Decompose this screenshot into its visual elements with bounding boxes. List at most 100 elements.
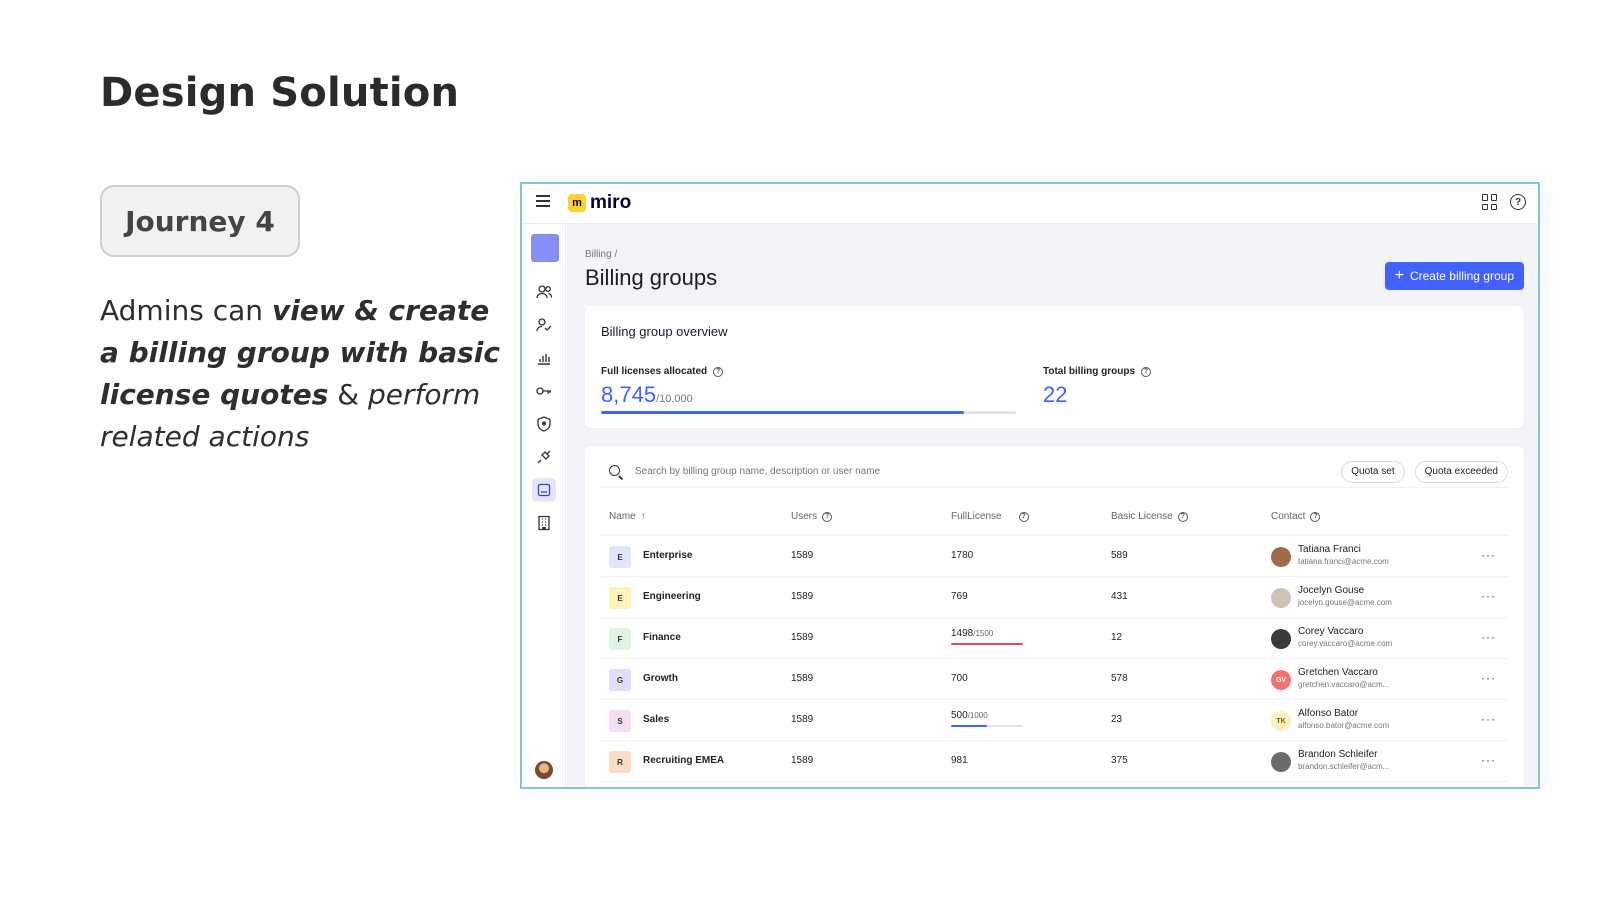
contact-avatar [1271,629,1291,649]
analytics-icon[interactable] [532,346,556,370]
column-name[interactable]: Name ↑ [609,511,646,522]
column-full-license[interactable]: FullLicense? [951,511,1029,522]
table-row[interactable]: E Enterprise 1589 1780 589 Tatiana Franci tati… [601,536,1508,577]
group-name[interactable]: Recruiting EMEA [643,755,724,766]
total-groups-label: Total billing groups? [1043,366,1152,377]
billing-icon[interactable] [532,478,556,502]
users-count: 1589 [791,591,814,602]
licenses-value-text: 8,745 [601,382,657,407]
column-basic-label: Basic License [1111,511,1173,522]
info-icon[interactable]: ? [1310,511,1321,522]
contact-info: Corey Vaccaro corey.vaccaro@acme.com [1298,626,1392,648]
sidebar [522,224,566,787]
total-groups-label-text: Total billing groups [1043,366,1136,377]
contact-email: jocelyn.gouse@acme.com [1298,598,1392,607]
more-actions-icon[interactable]: ··· [1481,671,1496,685]
full-license-total: /1000 [967,711,988,720]
contact-email: gretchen.vaccaro@acm... [1298,680,1390,689]
more-actions-icon[interactable]: ··· [1481,712,1496,726]
group-initial-badge: F [609,628,631,650]
create-button-label: Create billing group [1409,269,1514,283]
info-icon[interactable]: ? [1018,511,1029,522]
full-license-value: 1498 [951,628,974,639]
group-name[interactable]: Sales [643,714,669,725]
contact-info: Alfonso Bator alfonso.bator@acme.com [1298,708,1389,730]
contact-info: Gretchen Vaccaro gretchen.vaccaro@acm... [1298,667,1389,689]
menu-icon[interactable] [536,195,550,207]
full-license-value: 1780 [951,550,974,561]
more-actions-icon[interactable]: ··· [1481,589,1496,603]
contact-email: corey.vaccaro@acme.com [1298,639,1393,648]
group-initial-badge: G [609,669,631,691]
basic-license-value: 578 [1111,673,1128,684]
group-name[interactable]: Enterprise [643,550,692,561]
shield-icon[interactable] [532,412,556,436]
info-icon[interactable]: ? [713,366,724,377]
column-basic-license[interactable]: Basic License? [1111,511,1188,522]
contact-name: Tatiana Franci [1298,544,1361,555]
users-count: 1589 [791,632,814,643]
quota-bar [951,643,1023,645]
column-contact[interactable]: Contact? [1271,511,1321,522]
group-name[interactable]: Engineering [643,591,701,602]
users-count: 1589 [791,755,814,766]
plug-icon[interactable] [532,445,556,469]
miro-logo[interactable]: m miro [568,192,631,214]
miro-logo-text: miro [590,192,632,213]
info-icon[interactable]: ? [1177,511,1188,522]
filter-quota-set[interactable]: Quota set [1341,460,1405,483]
contact-email: brandon.schleifer@acm... [1298,762,1390,771]
full-license-value: 769 [951,591,968,602]
workspace-icon[interactable] [531,234,559,262]
contact-avatar [1271,547,1291,567]
contact-name: Jocelyn Gouse [1298,585,1365,596]
group-initial-badge: E [609,587,631,609]
info-icon[interactable]: ? [1141,366,1152,377]
contact-email: alfonso.bator@acme.com [1298,721,1390,730]
quota-bar-fill [951,643,1023,645]
key-icon[interactable] [532,379,556,403]
contact-avatar [1271,588,1291,608]
column-users[interactable]: Users? [791,511,833,522]
table-row[interactable]: S Sales 1589 500/1000 23 TK Alfonso Bator alfon… [601,700,1508,741]
contact-avatar: TK [1271,711,1291,731]
building-icon[interactable] [532,511,556,535]
contact-email: tatiana.franci@acme.com [1298,557,1389,566]
more-actions-icon[interactable]: ··· [1481,548,1496,562]
contact-name: Alfonso Bator [1298,708,1359,719]
sort-up-icon[interactable]: ↑ [641,511,646,522]
info-icon[interactable]: ? [822,511,833,522]
quota-bar-fill [951,725,987,727]
total-groups-value: 22 [1043,382,1068,407]
table-row[interactable]: R Recruiting EMEA 1589 981 375 Brandon Schlei… [601,741,1508,782]
group-initial-badge: E [609,546,631,568]
contact-info: Jocelyn Gouse jocelyn.gouse@acme.com [1298,585,1392,607]
table-row[interactable]: F Finance 1589 1498/1500 12 Corey Vaccaro core… [601,618,1508,659]
licenses-label-text: Full licenses allocated [601,366,708,377]
apps-grid-icon[interactable] [1482,194,1498,210]
group-initial-badge: S [609,710,631,732]
user-avatar[interactable] [535,761,553,779]
search-input[interactable] [635,466,1135,477]
filter-quota-exceeded[interactable]: Quota exceeded [1414,460,1508,483]
group-name[interactable]: Growth [643,673,678,684]
overview-title: Billing group overview [601,324,728,339]
users-icon[interactable] [532,280,556,304]
licenses-progress-fill [601,411,964,414]
contact-name: Corey Vaccaro [1298,626,1364,637]
breadcrumb[interactable]: Billing / [585,249,617,260]
contact-avatar [1271,752,1291,772]
slide-description: Admins can view & create a billing group… [100,290,500,458]
more-actions-icon[interactable]: ··· [1481,630,1496,644]
licenses-total-text: /10,000 [656,393,693,405]
table-row[interactable]: G Growth 1589 700 578 GV Gretchen Vaccaro gretc… [601,659,1508,700]
create-billing-group-button[interactable]: + Create billing group [1384,262,1524,290]
desc-part-1: Admins can [100,294,272,327]
group-name[interactable]: Finance [643,632,681,643]
full-license-quota: 500/1000 [951,710,1023,727]
user-check-icon[interactable] [532,313,556,337]
full-license-value: 500 [951,710,968,721]
more-actions-icon[interactable]: ··· [1481,753,1496,767]
help-icon[interactable]: ? [1510,194,1526,210]
table-row[interactable]: E Engineering 1589 769 431 Jocelyn Gouse jocel… [601,577,1508,618]
